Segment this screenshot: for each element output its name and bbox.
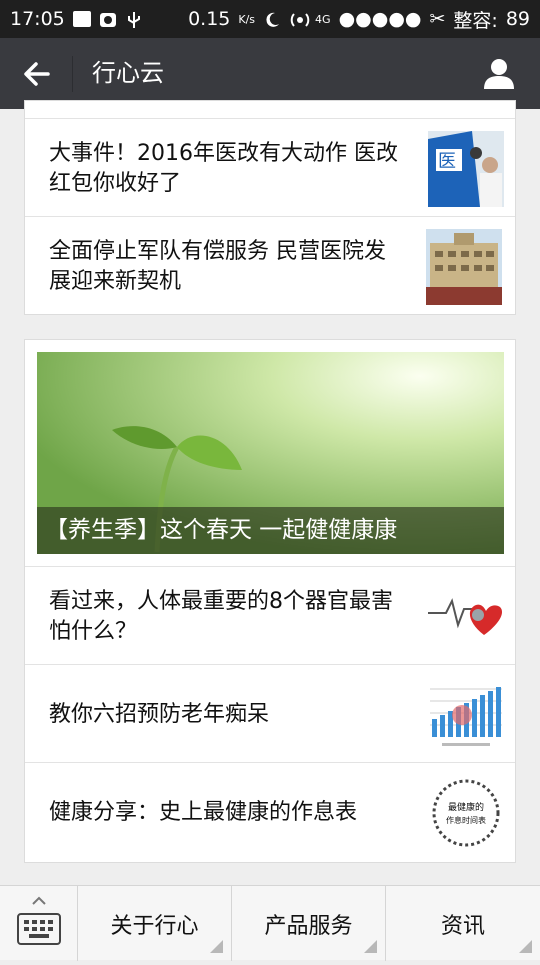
menu-about-label: 关于行心 — [110, 913, 199, 939]
article-row[interactable]: 健康分享：史上最健康的作息表 最健康的 作息时间表 — [25, 762, 515, 860]
network-type: 4G — [315, 12, 331, 26]
profile-button[interactable] — [480, 55, 518, 93]
speed-unit: K/s — [238, 12, 256, 26]
submenu-indicator-icon — [364, 940, 377, 953]
article-title: 看过来，人体最重要的8个器官最害怕什么？ — [49, 589, 393, 644]
hotspot-icon — [289, 11, 310, 27]
article-thumbnail-schedule-clock: 最健康的 作息时间表 — [428, 775, 504, 851]
storage-label: 整容: — [453, 9, 498, 32]
article-thumbnail-hospital-building — [426, 229, 502, 305]
article-title: 教你六招预防老年痴呆 — [49, 702, 270, 727]
nav-bar: 行心云 — [0, 38, 540, 109]
moon-icon — [263, 11, 281, 27]
menu-news-label: 资讯 — [440, 913, 485, 939]
scissors-icon: ✂ — [429, 8, 446, 30]
menu-products-label: 产品服务 — [264, 913, 353, 939]
user-icon — [484, 59, 514, 89]
back-arrow-icon — [24, 62, 50, 86]
signal-icon: ●●●●● — [338, 8, 422, 30]
menu-products-button[interactable]: 产品服务 — [232, 886, 386, 961]
usb-icon — [125, 11, 143, 28]
bottom-menu-bar: 关于行心 产品服务 资讯 — [0, 885, 540, 961]
keyboard-icon — [17, 896, 61, 945]
status-bar: 17:05 0.15 K/s 4G ●●●●● ✂ 整容: 89 — [0, 0, 540, 38]
article-row[interactable]: 大事件！2016年医改有大动作 医改红包你收好了 医 — [25, 118, 515, 216]
article-card-featured: 【养生季】这个春天 一起健健康康 看过来，人体最重要的8个器官最害怕什么？ 教你… — [24, 339, 516, 863]
schedule-thumb-line1: 最健康的 — [448, 801, 484, 813]
svg-text:医: 医 — [438, 151, 456, 172]
keyboard-toggle-button[interactable] — [0, 886, 78, 961]
mail-icon — [72, 11, 91, 27]
article-thumbnail-heart — [428, 579, 504, 655]
submenu-indicator-icon — [210, 940, 223, 953]
article-card-top: 大事件！2016年医改有大动作 医改红包你收好了 医 全面停止军队有偿服务 民营… — [24, 100, 516, 315]
article-title: 全面停止军队有偿服务 民营医院发展迎来新契机 — [49, 239, 386, 294]
article-title: 健康分享：史上最健康的作息表 — [49, 800, 358, 825]
article-row[interactable]: 教你六招预防老年痴呆 — [25, 664, 515, 762]
notification-icon — [99, 11, 117, 27]
network-speed: 0.15 — [188, 8, 231, 30]
featured-caption: 【养生季】这个春天 一起健健康康 — [37, 507, 504, 554]
article-thumbnail-hospital-crowd: 医 — [428, 131, 504, 207]
battery-level: 89 — [505, 8, 530, 30]
clock-time: 17:05 — [10, 8, 65, 30]
submenu-indicator-icon — [519, 940, 532, 953]
menu-news-button[interactable]: 资讯 — [386, 886, 540, 961]
featured-article[interactable]: 【养生季】这个春天 一起健健康康 — [37, 352, 504, 554]
back-button[interactable] — [18, 55, 56, 93]
page-title: 行心云 — [92, 59, 164, 87]
article-row[interactable]: 全面停止军队有偿服务 民营医院发展迎来新契机 — [25, 216, 515, 314]
schedule-thumb-line2: 作息时间表 — [446, 815, 486, 825]
menu-about-button[interactable]: 关于行心 — [78, 886, 232, 961]
article-thumbnail-bar-chart — [428, 677, 504, 753]
article-title: 大事件！2016年医改有大动作 医改红包你收好了 — [49, 141, 398, 196]
article-row[interactable]: 看过来，人体最重要的8个器官最害怕什么？ — [25, 566, 515, 664]
nav-divider — [72, 56, 73, 92]
